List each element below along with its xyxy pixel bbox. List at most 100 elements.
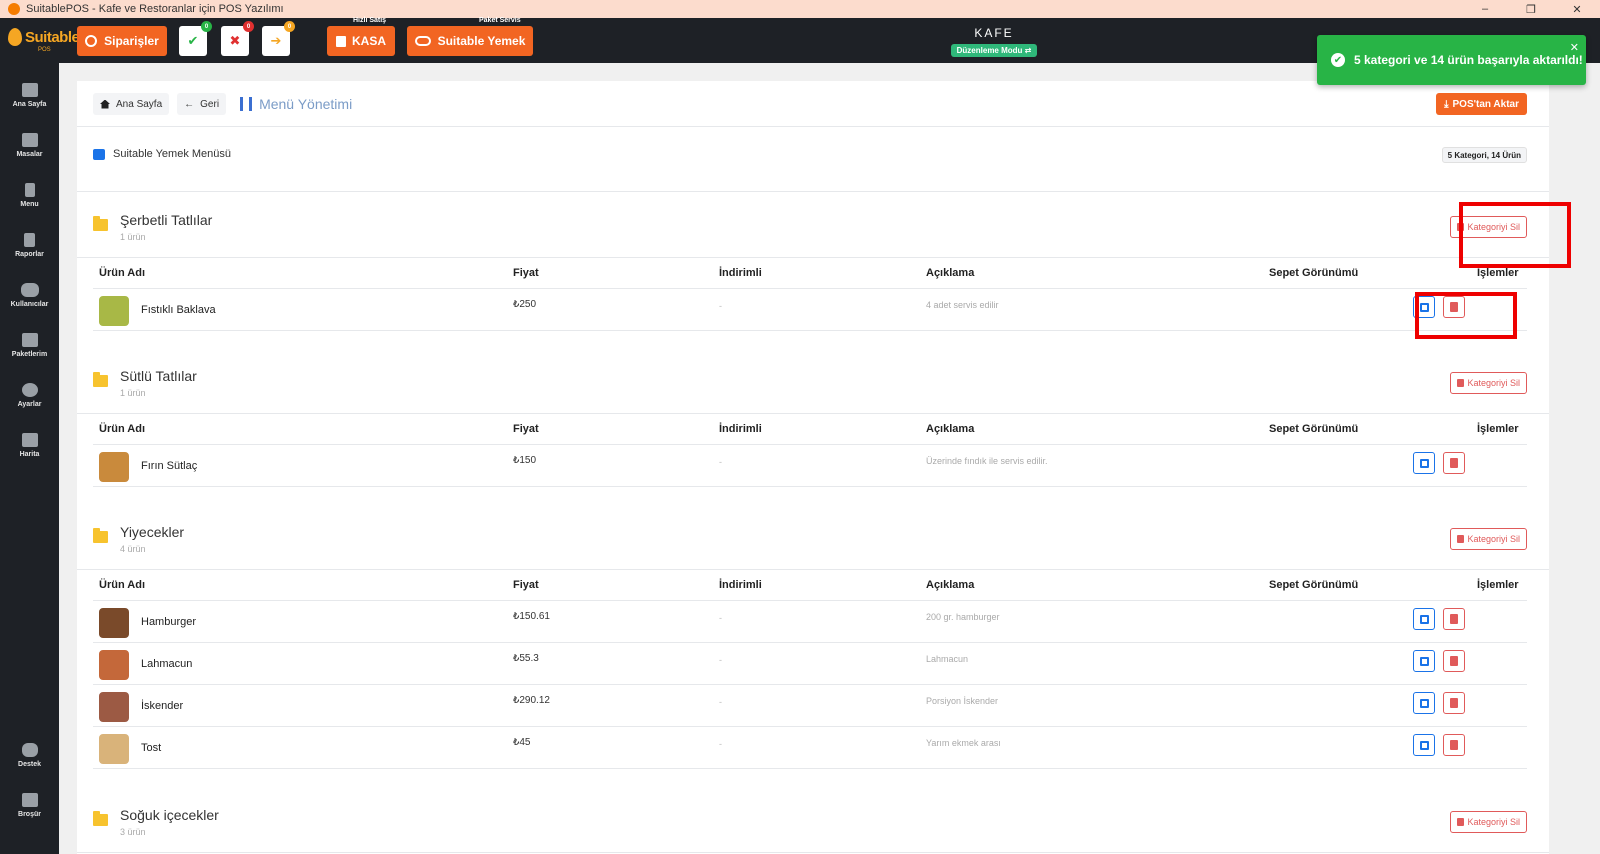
product-price: ₺55.3 xyxy=(513,653,539,664)
product-name: Tost xyxy=(141,742,162,754)
page-title: Menü Yönetimi xyxy=(240,96,352,112)
edit-product-button[interactable] xyxy=(1413,608,1435,630)
delete-product-button[interactable] xyxy=(1443,608,1465,630)
forwarded-count-badge: 0 xyxy=(284,21,295,32)
edit-product-button[interactable] xyxy=(1413,452,1435,474)
delete-product-button[interactable] xyxy=(1443,692,1465,714)
edit-product-button[interactable] xyxy=(1413,734,1435,756)
product-thumbnail xyxy=(99,650,129,680)
sidebar-item-label: Raporlar xyxy=(15,251,44,258)
orders-label: Siparişler xyxy=(104,34,159,48)
product-name: Hamburger xyxy=(141,616,197,628)
table-row: Fırın Sütlaç ₺150 - Üzerinde fındık ile … xyxy=(93,444,1527,486)
delete-product-button[interactable] xyxy=(1443,452,1465,474)
forwarded-orders-button[interactable]: ➔ 0 xyxy=(262,21,295,56)
column-header-discount: İndirimli xyxy=(719,267,762,279)
sidebar-item-destek[interactable]: Destek xyxy=(0,743,59,768)
sidebar-item-masalar[interactable]: Masalar xyxy=(0,133,59,158)
highlight-box xyxy=(1415,292,1517,339)
delete-category-button[interactable]: Kategoriyi Sil xyxy=(1450,528,1527,550)
sidebar-item-harita[interactable]: Harita xyxy=(0,433,59,458)
trash-icon xyxy=(1450,698,1458,708)
minimize-button[interactable]: – xyxy=(1462,0,1508,18)
back-link[interactable]: ← Geri xyxy=(177,93,227,115)
edit-icon xyxy=(1419,614,1429,624)
edit-product-button[interactable] xyxy=(1413,692,1435,714)
category-count: 1 ürün xyxy=(120,232,146,242)
utensils-icon xyxy=(24,183,35,197)
sidebar-item-label: Paketlerim xyxy=(11,351,48,358)
restore-button[interactable]: ❐ xyxy=(1508,0,1554,18)
product-thumbnail xyxy=(99,734,129,764)
category-title: Soğuk içecekler xyxy=(120,807,219,823)
sidebar-item-paketlerim[interactable]: Paketlerim xyxy=(0,333,59,358)
product-discount: - xyxy=(719,457,722,467)
product-price: ₺150.61 xyxy=(513,611,550,622)
orders-button[interactable]: Siparişler xyxy=(77,26,167,56)
check-circle-icon: ✔ xyxy=(1331,53,1345,67)
suitable-yemek-label: Suitable Yemek xyxy=(437,34,526,48)
product-price: ₺45 xyxy=(513,737,531,748)
suitable-yemek-button[interactable]: Paket Servis Suitable Yemek xyxy=(407,17,533,56)
delete-product-button[interactable] xyxy=(1443,734,1465,756)
edit-icon xyxy=(1419,698,1429,708)
delete-category-button[interactable]: Kategoriyi Sil xyxy=(1450,372,1527,394)
home-link[interactable]: Ana Sayfa xyxy=(93,93,170,115)
suitable-logo[interactable]: Suitable POS xyxy=(8,28,80,53)
category-divider xyxy=(93,330,1527,348)
sidebar-item-ayarlar[interactable]: Ayarlar xyxy=(0,383,59,408)
export-from-pos-button[interactable]: ⤓ POS'tan Aktar xyxy=(1436,93,1527,115)
product-discount: - xyxy=(719,613,722,623)
toast-close-icon[interactable]: ✕ xyxy=(1570,41,1579,54)
quick-sale-caption: Hızlı Satış xyxy=(353,17,387,24)
table-row: Fıstıklı Baklava ₺250 - 4 adet servis ed… xyxy=(93,288,1527,330)
delete-product-button[interactable] xyxy=(1443,650,1465,672)
edit-mode-badge[interactable]: Düzenleme Modu ⇄ xyxy=(950,44,1038,57)
window-titlebar: SuitablePOS - Kafe ve Restoranlar için P… xyxy=(0,0,1600,18)
sidebar-item-label: Harita xyxy=(19,451,40,458)
edit-product-button[interactable] xyxy=(1413,650,1435,672)
divider xyxy=(77,126,1549,127)
sidebar-item-ana-sayfa[interactable]: Ana Sayfa xyxy=(0,83,59,108)
sidebar-item-menu[interactable]: Menu xyxy=(0,183,59,208)
sidebar-item-brosur[interactable]: Broşür xyxy=(0,793,59,818)
chat-icon xyxy=(21,743,38,757)
edit-icon xyxy=(1419,458,1429,468)
users-icon xyxy=(20,283,39,297)
package-service-caption: Paket Servis xyxy=(479,17,521,24)
sidebar-item-raporlar[interactable]: Raporlar xyxy=(0,233,59,258)
category-count: 4 ürün xyxy=(120,544,146,554)
column-header-price: Fiyat xyxy=(513,579,539,591)
kasa-button[interactable]: Hızlı Satış KASA xyxy=(327,17,395,56)
map-icon xyxy=(21,433,38,447)
product-discount: - xyxy=(719,739,722,749)
column-header-name: Ürün Adı xyxy=(99,267,146,279)
left-sidebar: Ana Sayfa Masalar Menu Raporlar Kullanıc… xyxy=(0,63,59,854)
brochure-icon xyxy=(21,793,38,807)
logo-text: Suitable xyxy=(25,28,80,46)
sidebar-item-label: Masalar xyxy=(16,151,43,158)
category-section: Soğuk içecekler 3 ürün Kategoriyi Sil xyxy=(77,787,1549,853)
close-window-button[interactable]: ✕ xyxy=(1554,0,1600,18)
product-description: 200 gr. hamburger xyxy=(926,612,1000,622)
trash-icon xyxy=(1450,614,1458,624)
product-thumbnail xyxy=(99,296,129,326)
trash-icon xyxy=(1457,818,1465,826)
column-header-discount: İndirimli xyxy=(719,423,762,435)
product-name: Lahmacun xyxy=(141,658,193,670)
breadcrumb: Ana Sayfa ← Geri Menü Yönetimi xyxy=(93,93,352,115)
column-header-price: Fiyat xyxy=(513,423,539,435)
motorcycle-icon xyxy=(414,36,431,46)
category-header: Şerbetli Tatlılar 1 ürün Kategoriyi Sil xyxy=(77,192,1549,258)
column-header-actions: İşlemler xyxy=(1477,267,1519,279)
sidebar-item-kullanicilar[interactable]: Kullanıcılar xyxy=(0,283,59,308)
delete-category-button[interactable]: Kategoriyi Sil xyxy=(1450,811,1527,833)
back-link-label: Geri xyxy=(200,98,220,110)
rejected-orders-button[interactable]: ✖ 0 xyxy=(221,21,254,56)
category-section: Yiyecekler 4 ürün Kategoriyi Sil Ürün Ad… xyxy=(77,504,1549,786)
product-thumbnail xyxy=(99,608,129,638)
product-description: Üzerinde fındık ile servis edilir. xyxy=(926,456,1048,466)
column-header-name: Ürün Adı xyxy=(99,579,146,591)
table-row: Lahmacun ₺55.3 - Lahmacun xyxy=(93,642,1527,684)
approved-orders-button[interactable]: ✔ 0 xyxy=(179,21,212,56)
